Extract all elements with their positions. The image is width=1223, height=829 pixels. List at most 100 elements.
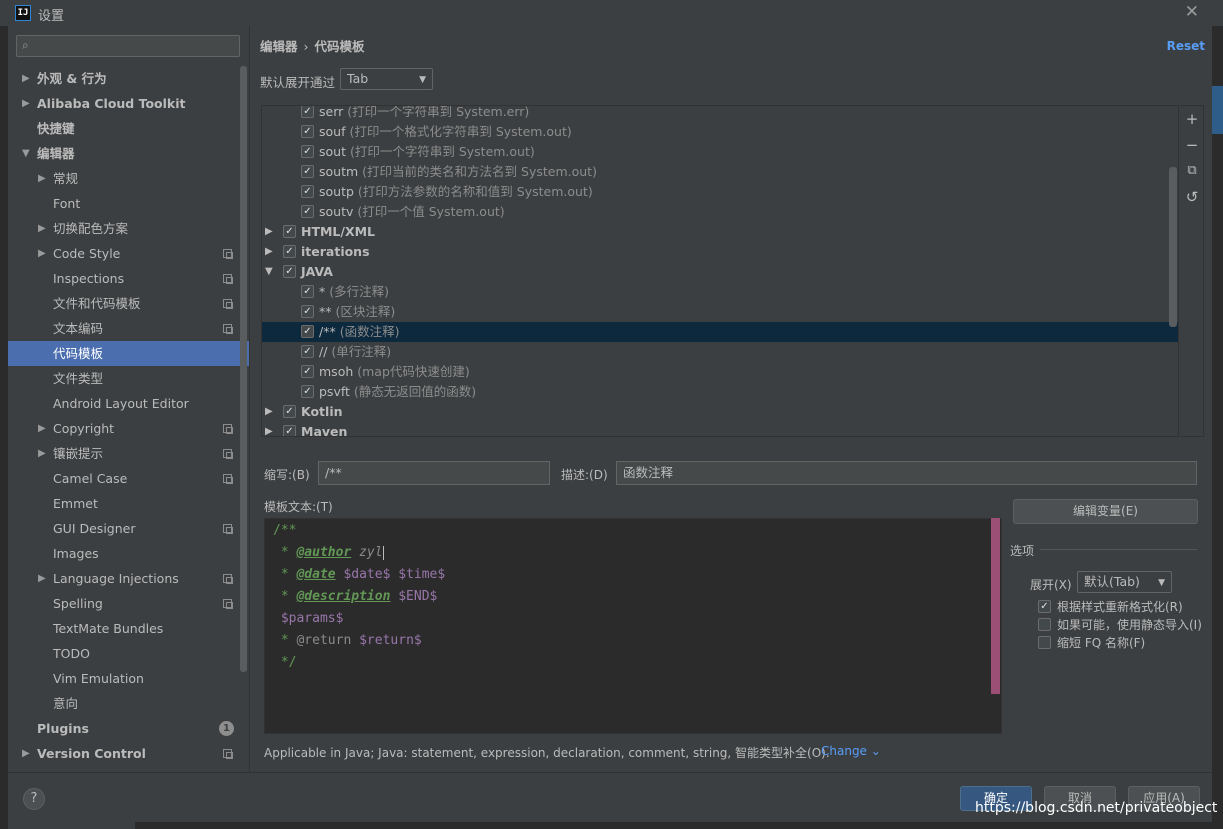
copy-icon[interactable]: ⧉ bbox=[1184, 163, 1200, 179]
sidebar-item[interactable]: ▶ Code Style bbox=[8, 241, 249, 266]
sidebar-item[interactable]: Spelling bbox=[8, 591, 249, 616]
collapsed-arrow-icon[interactable]: ▶ bbox=[22, 66, 30, 91]
template-row[interactable]: ✓ /** (函数注释) bbox=[262, 322, 1178, 342]
sidebar-item[interactable]: 代码模板 bbox=[8, 341, 249, 366]
expanded-arrow-icon[interactable]: ▼ bbox=[22, 141, 30, 166]
template-checkbox[interactable]: ✓ bbox=[301, 305, 314, 318]
restore-icon[interactable]: ↺ bbox=[1184, 189, 1200, 205]
template-group-row[interactable]: ▶ ✓ iterations bbox=[262, 242, 1178, 262]
collapsed-arrow-icon[interactable]: ▶ bbox=[22, 741, 30, 766]
template-checkbox[interactable]: ✓ bbox=[283, 225, 296, 238]
template-row[interactable]: ✓ soutm (打印当前的类名和方法名到 System.out) bbox=[262, 162, 1178, 182]
collapsed-arrow-icon[interactable]: ▶ bbox=[38, 416, 46, 441]
sidebar-item[interactable]: ▶ Language Injections bbox=[8, 566, 249, 591]
sidebar-item[interactable]: ▶ Copyright bbox=[8, 416, 249, 441]
remove-icon[interactable]: − bbox=[1184, 137, 1200, 153]
sidebar-item[interactable]: ▼ 编辑器 bbox=[8, 141, 249, 166]
template-group-row[interactable]: ▶ ✓ Maven bbox=[262, 422, 1178, 436]
sidebar-item[interactable]: ▶ 常规 bbox=[8, 166, 249, 191]
add-icon[interactable]: + bbox=[1184, 111, 1200, 127]
sidebar-item[interactable]: Plugins 1 bbox=[8, 716, 249, 741]
description-input[interactable]: 函数注释 bbox=[616, 461, 1197, 485]
template-checkbox[interactable]: ✓ bbox=[301, 185, 314, 198]
sidebar-item[interactable]: TextMate Bundles bbox=[8, 616, 249, 641]
template-row[interactable]: ✓ psvft (静态无返回值的函数) bbox=[262, 382, 1178, 402]
change-context-link[interactable]: Change ⌄ bbox=[821, 744, 881, 758]
collapsed-arrow-icon[interactable]: ▶ bbox=[38, 441, 46, 466]
template-row[interactable]: ✓ soutp (打印方法参数的名称和值到 System.out) bbox=[262, 182, 1178, 202]
help-icon[interactable]: ? bbox=[23, 788, 45, 810]
sidebar-item[interactable]: ▶ Version Control bbox=[8, 741, 249, 766]
template-row[interactable]: ✓ soutv (打印一个值 System.out) bbox=[262, 202, 1178, 222]
collapsed-arrow-icon[interactable]: ▶ bbox=[38, 166, 46, 191]
collapsed-arrow-icon[interactable]: ▶ bbox=[38, 216, 46, 241]
sidebar-item[interactable]: 文件和代码模板 bbox=[8, 291, 249, 316]
template-group-row[interactable]: ▶ ✓ Kotlin bbox=[262, 402, 1178, 422]
template-checkbox[interactable]: ✓ bbox=[283, 245, 296, 258]
sidebar-item[interactable]: 文本编码 bbox=[8, 316, 249, 341]
template-checkbox[interactable]: ✓ bbox=[301, 165, 314, 178]
sidebar-item[interactable]: 文件类型 bbox=[8, 366, 249, 391]
template-checkbox[interactable]: ✓ bbox=[301, 106, 314, 118]
collapsed-arrow-icon[interactable]: ▶ bbox=[22, 91, 30, 116]
sidebar-item[interactable]: ▶ 镶嵌提示 bbox=[8, 441, 249, 466]
template-description: (静态无返回值的函数) bbox=[353, 384, 477, 399]
reset-link[interactable]: Reset bbox=[1167, 39, 1205, 53]
template-text-editor[interactable]: /** * @author zyl * @date $date$ $time$ … bbox=[264, 518, 1002, 734]
template-checkbox[interactable]: ✓ bbox=[301, 365, 314, 378]
collapsed-arrow-icon[interactable]: ▶ bbox=[38, 241, 46, 266]
sidebar-item[interactable]: ▶ Alibaba Cloud Toolkit bbox=[8, 91, 249, 116]
expand-select[interactable]: 默认(Tab) ▼ bbox=[1077, 571, 1172, 593]
expand-with-select[interactable]: Tab ▼ bbox=[340, 68, 433, 90]
template-row[interactable]: ✓ ** (区块注释) bbox=[262, 302, 1178, 322]
sidebar-item[interactable]: ▶ 外观 & 行为 bbox=[8, 66, 249, 91]
sidebar-item[interactable]: Font bbox=[8, 191, 249, 216]
template-checkbox[interactable]: ✓ bbox=[301, 125, 314, 138]
template-row[interactable]: ✓ sout (打印一个字符串到 System.out) bbox=[262, 142, 1178, 162]
template-row[interactable]: ✓ msoh (map代码快速创建) bbox=[262, 362, 1178, 382]
template-description: (多行注释) bbox=[329, 284, 389, 299]
sidebar-item[interactable]: GUI Designer bbox=[8, 516, 249, 541]
template-checkbox[interactable]: ✓ bbox=[283, 425, 296, 436]
sidebar-item[interactable]: Emmet bbox=[8, 491, 249, 516]
template-checkbox[interactable]: ✓ bbox=[301, 205, 314, 218]
template-group-row[interactable]: ▼ ✓ JAVA bbox=[262, 262, 1178, 282]
collapsed-arrow-icon[interactable]: ▶ bbox=[38, 566, 46, 591]
expanded-arrow-icon[interactable]: ▼ bbox=[265, 262, 273, 282]
sidebar-item[interactable]: Images bbox=[8, 541, 249, 566]
collapsed-arrow-icon[interactable]: ▶ bbox=[265, 422, 273, 436]
template-checkbox[interactable]: ✓ bbox=[283, 405, 296, 418]
edit-variables-button[interactable]: 编辑变量(E) bbox=[1013, 499, 1198, 524]
static-import-checkbox[interactable] bbox=[1038, 618, 1051, 631]
template-checkbox[interactable]: ✓ bbox=[301, 145, 314, 158]
sidebar-item[interactable]: Vim Emulation bbox=[8, 666, 249, 691]
collapsed-arrow-icon[interactable]: ▶ bbox=[265, 222, 273, 242]
close-icon[interactable]: ✕ bbox=[1185, 2, 1199, 22]
sidebar-item[interactable]: ▶ 切换配色方案 bbox=[8, 216, 249, 241]
template-row[interactable]: ✓ souf (打印一个格式化字符串到 System.out) bbox=[262, 122, 1178, 142]
template-checkbox[interactable]: ✓ bbox=[301, 325, 314, 338]
sidebar-item[interactable]: 快捷键 bbox=[8, 116, 249, 141]
collapsed-arrow-icon[interactable]: ▶ bbox=[265, 402, 273, 422]
reformat-checkbox[interactable]: ✓ bbox=[1038, 600, 1051, 613]
sidebar-item[interactable]: Android Layout Editor bbox=[8, 391, 249, 416]
sidebar-item[interactable]: Camel Case bbox=[8, 466, 249, 491]
template-row[interactable]: ✓ serr (打印一个字符串到 System.err) bbox=[262, 106, 1178, 122]
template-checkbox[interactable]: ✓ bbox=[301, 285, 314, 298]
sidebar-item[interactable]: Inspections bbox=[8, 266, 249, 291]
template-checkbox[interactable]: ✓ bbox=[301, 345, 314, 358]
template-row[interactable]: ✓ * (多行注释) bbox=[262, 282, 1178, 302]
sidebar-scrollbar[interactable] bbox=[240, 66, 247, 672]
shorten-fq-checkbox[interactable] bbox=[1038, 636, 1051, 649]
sidebar-item[interactable]: TODO bbox=[8, 641, 249, 666]
abbreviation-input[interactable]: /** bbox=[318, 461, 550, 485]
collapsed-arrow-icon[interactable]: ▶ bbox=[265, 242, 273, 262]
templates-scrollbar[interactable] bbox=[1169, 167, 1177, 327]
template-checkbox[interactable]: ✓ bbox=[283, 265, 296, 278]
template-row[interactable]: ✓ // (单行注释) bbox=[262, 342, 1178, 362]
sidebar-item[interactable]: 意向 bbox=[8, 691, 249, 716]
template-checkbox[interactable]: ✓ bbox=[301, 385, 314, 398]
search-input[interactable]: ⌕ bbox=[16, 35, 240, 57]
breadcrumb-parent[interactable]: 编辑器 bbox=[260, 39, 298, 54]
template-group-row[interactable]: ▶ ✓ HTML/XML bbox=[262, 222, 1178, 242]
